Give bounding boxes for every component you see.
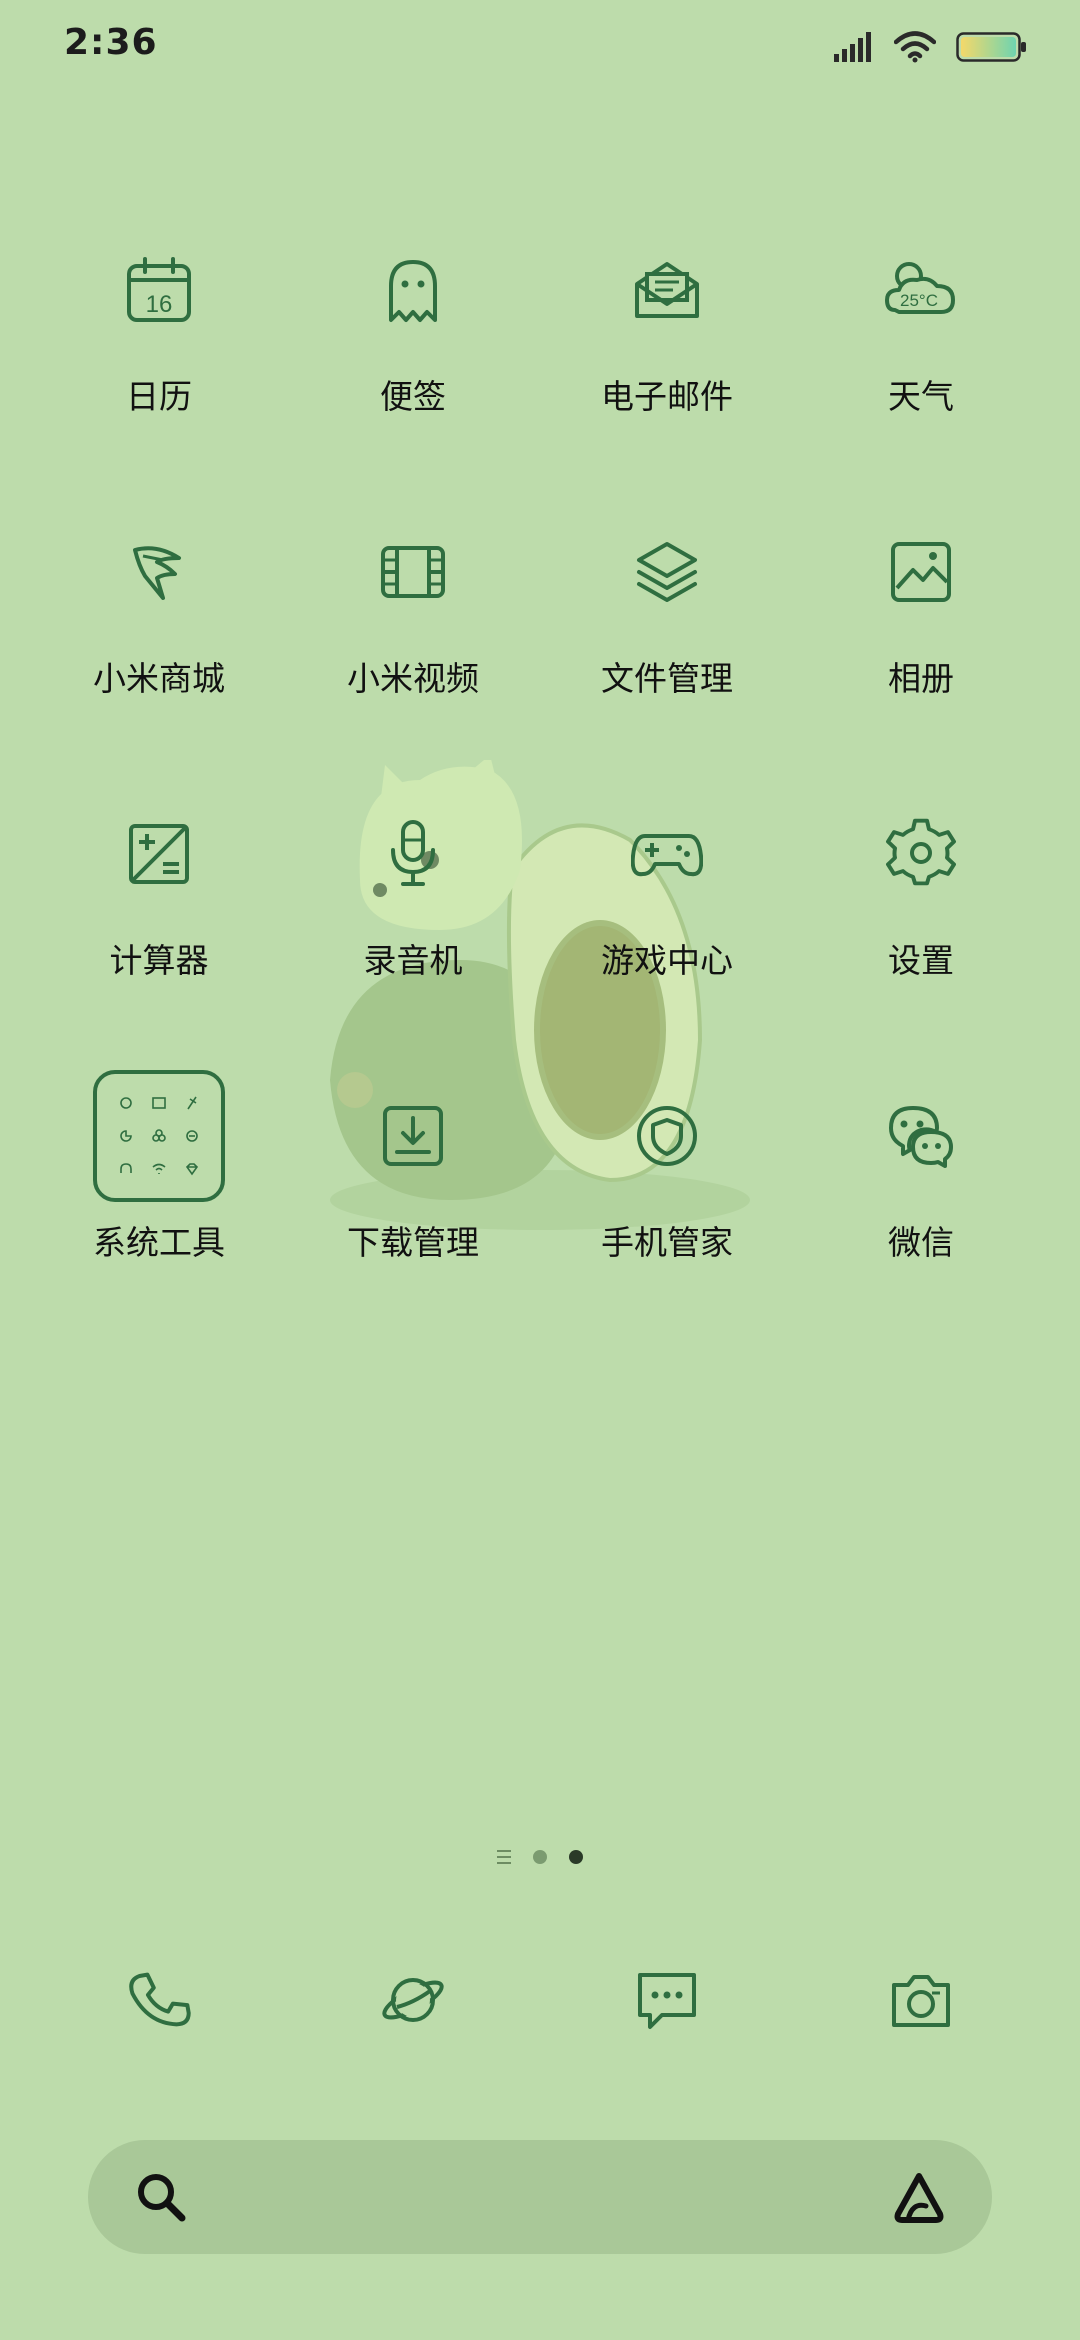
- video-icon: [381, 546, 445, 598]
- app-label: 小米商城: [93, 659, 225, 698]
- app-label: 日历: [126, 377, 192, 416]
- page-dot-active: [569, 1850, 583, 1864]
- app-label: 下载管理: [347, 1223, 479, 1262]
- status-icons: [834, 30, 1028, 64]
- assistant-icon[interactable]: [890, 2168, 948, 2226]
- file-manager-icon: [637, 542, 697, 602]
- camera-icon: [892, 1975, 950, 2027]
- dock: [0, 1920, 1080, 2080]
- folder-icon: [93, 1070, 225, 1202]
- dock-browser[interactable]: [286, 1920, 540, 2080]
- app-weather[interactable]: 25°C 天气: [794, 220, 1048, 502]
- weather-temp-text: 25°C: [900, 291, 938, 310]
- app-label: 系统工具: [93, 1223, 225, 1262]
- app-email[interactable]: 电子邮件: [540, 220, 794, 502]
- security-icon: [637, 1106, 697, 1166]
- app-downloads[interactable]: 下载管理: [286, 1066, 540, 1348]
- dock-camera[interactable]: [794, 1920, 1048, 2080]
- app-label: 小米视频: [347, 659, 479, 698]
- app-mi-video[interactable]: 小米视频: [286, 502, 540, 784]
- app-grid: 16 日历 便签 电子邮件 25°C 天气 小米商城 小米视频 文件管理 相册 …: [0, 220, 1080, 1348]
- dock-phone[interactable]: [32, 1920, 286, 2080]
- app-label: 设置: [888, 941, 954, 980]
- app-game-center[interactable]: 游戏中心: [540, 784, 794, 1066]
- dock-messages[interactable]: [540, 1920, 794, 2080]
- clock: 2:36: [64, 22, 158, 63]
- weather-icon: 25°C: [885, 262, 955, 314]
- app-notes[interactable]: 便签: [286, 220, 540, 502]
- app-gallery[interactable]: 相册: [794, 502, 1048, 784]
- search-bar[interactable]: [88, 2140, 992, 2254]
- app-file-manager[interactable]: 文件管理: [540, 502, 794, 784]
- page-dot: [533, 1850, 547, 1864]
- app-wechat[interactable]: 微信: [794, 1066, 1048, 1348]
- folder-system-tools[interactable]: 系统工具: [32, 1066, 286, 1348]
- signal-icon: [834, 32, 871, 62]
- wifi-icon: [894, 31, 936, 63]
- app-label: 录音机: [363, 941, 463, 980]
- phone-icon: [129, 1972, 191, 2027]
- app-settings[interactable]: 设置: [794, 784, 1048, 1066]
- app-recorder[interactable]: 录音机: [286, 784, 540, 1066]
- game-center-icon: [631, 834, 703, 877]
- gallery-icon: [891, 542, 951, 602]
- recorder-icon: [391, 820, 435, 886]
- settings-icon: [886, 818, 956, 886]
- downloads-icon: [383, 1106, 443, 1166]
- battery-icon: [956, 32, 1026, 62]
- app-security[interactable]: 手机管家: [540, 1066, 794, 1348]
- notes-ghost-icon: [389, 260, 437, 322]
- browser-icon: [382, 1978, 444, 2022]
- messages-icon: [638, 1973, 696, 2029]
- app-calculator[interactable]: 计算器: [32, 784, 286, 1066]
- app-label: 文件管理: [601, 659, 733, 698]
- page-indicator[interactable]: [0, 1850, 1080, 1864]
- search-icon[interactable]: [132, 2168, 190, 2226]
- calendar-icon: 16: [127, 257, 191, 322]
- app-label: 相册: [888, 659, 954, 698]
- app-label: 天气: [888, 377, 954, 416]
- app-mi-store[interactable]: 小米商城: [32, 502, 286, 784]
- status-bar: 2:36: [0, 0, 1080, 100]
- calendar-date-text: 16: [146, 291, 173, 318]
- app-label: 计算器: [109, 941, 209, 980]
- wechat-icon: [889, 1106, 953, 1168]
- app-label: 电子邮件: [601, 377, 733, 416]
- app-label: 便签: [380, 377, 446, 416]
- app-label: 手机管家: [601, 1223, 733, 1262]
- calculator-icon: [129, 824, 189, 884]
- app-calendar[interactable]: 16 日历: [32, 220, 286, 502]
- app-label: 微信: [888, 1223, 954, 1262]
- page-indicator-minus-one: [497, 1850, 511, 1864]
- mi-store-icon: [133, 546, 181, 600]
- app-label: 游戏中心: [601, 941, 733, 980]
- email-icon: [635, 262, 699, 318]
